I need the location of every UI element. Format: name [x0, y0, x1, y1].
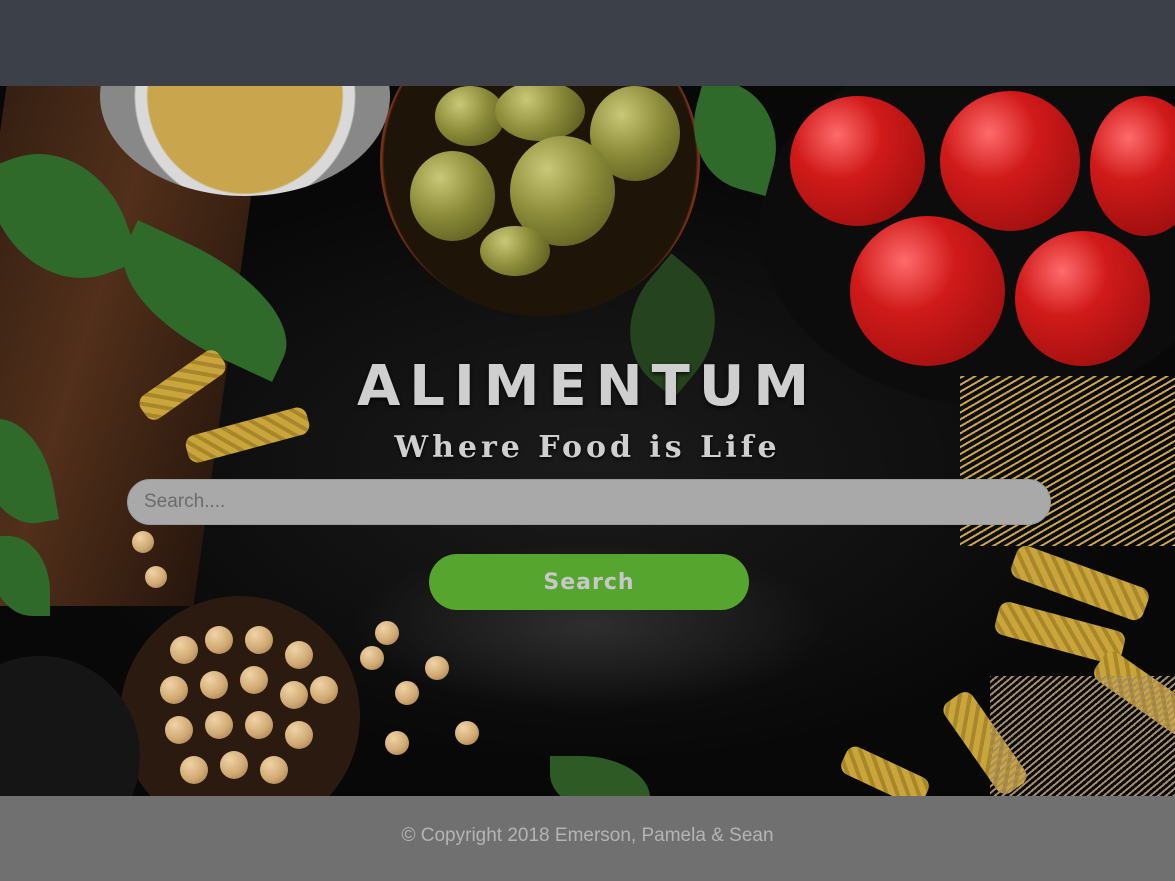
olive [435, 86, 505, 146]
chickpea [165, 716, 193, 744]
search-button[interactable]: Search [429, 554, 749, 610]
chickpea [245, 711, 273, 739]
chickpea [205, 711, 233, 739]
site-title: ALIMENTUM [356, 354, 819, 419]
chickpea [240, 666, 268, 694]
chickpea [375, 621, 399, 645]
chickpea [425, 656, 449, 680]
hero-section: ALIMENTUM Where Food is Life Search [0, 86, 1175, 796]
olive [410, 151, 495, 241]
chickpea [180, 756, 208, 784]
tomato [790, 96, 925, 226]
chickpea [200, 671, 228, 699]
tomato [940, 91, 1080, 231]
chickpea [310, 676, 338, 704]
basil-leaf [550, 756, 650, 796]
chickpea [260, 756, 288, 784]
chickpea [360, 646, 384, 670]
olive [480, 226, 550, 276]
chickpea [132, 531, 154, 553]
top-bar [0, 0, 1175, 86]
chickpea [285, 721, 313, 749]
copyright-text: © Copyright 2018 Emerson, Pamela & Sean [401, 824, 774, 846]
chickpea [160, 676, 188, 704]
chickpea [170, 636, 198, 664]
chickpea [245, 626, 273, 654]
chickpea [280, 681, 308, 709]
chickpea [395, 681, 419, 705]
fusilli-pasta [837, 743, 933, 796]
seeds-bowl [0, 656, 140, 796]
chickpea [220, 751, 248, 779]
footer: © Copyright 2018 Emerson, Pamela & Sean [0, 796, 1175, 881]
spaghetti-bundle [990, 676, 1175, 796]
chickpea [455, 721, 479, 745]
tomato [1015, 231, 1150, 366]
chickpea [205, 626, 233, 654]
search-input[interactable] [127, 479, 1051, 525]
chickpea [385, 731, 409, 755]
tomato [850, 216, 1005, 366]
chickpea [285, 641, 313, 669]
site-tagline: Where Food is Life [394, 430, 781, 465]
chickpea [145, 566, 167, 588]
